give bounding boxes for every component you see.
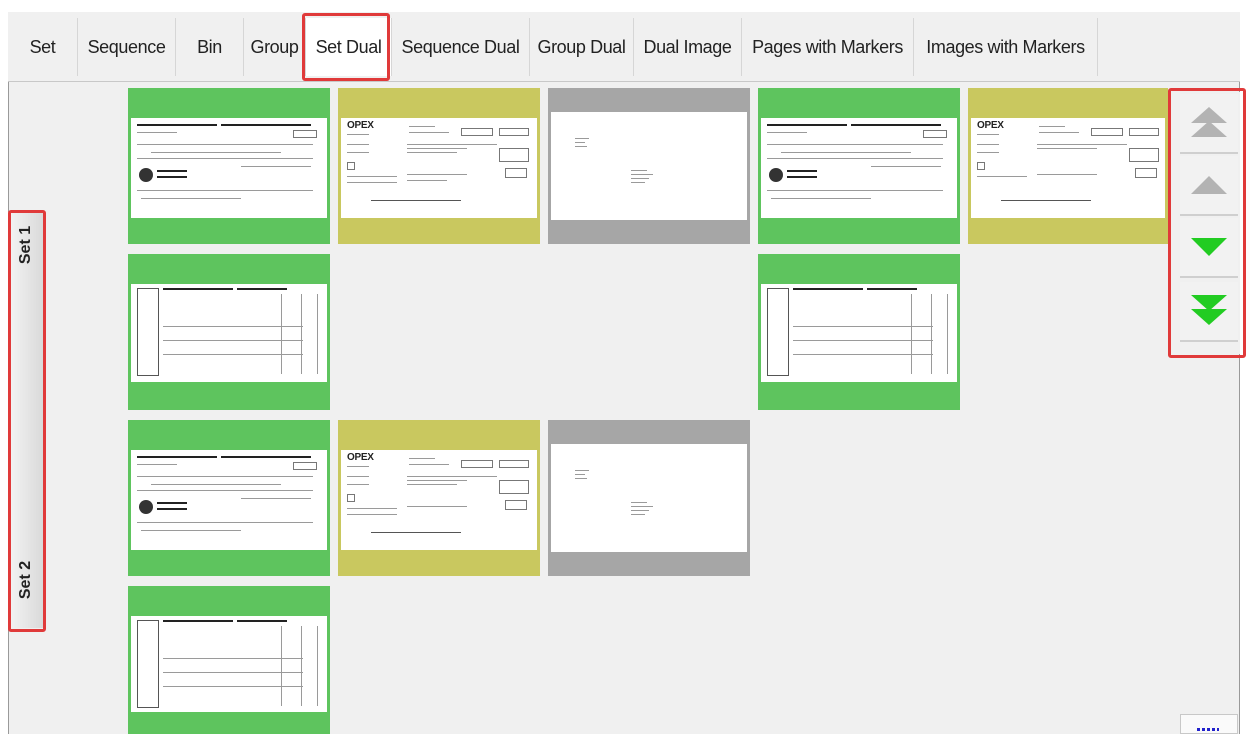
opex-logo-text: OPEX <box>347 452 374 463</box>
tab-bin[interactable]: Bin <box>176 18 244 76</box>
more-button[interactable] <box>1180 714 1238 734</box>
scroll-bottom-button[interactable] <box>1180 282 1238 342</box>
thumbnail-check-front[interactable] <box>128 88 330 244</box>
more-icon <box>1197 728 1219 731</box>
thumbnail-check-back[interactable] <box>128 586 330 734</box>
tab-group-dual[interactable]: Group Dual <box>530 18 634 76</box>
thumbnail-check-back[interactable] <box>128 254 330 410</box>
tab-sequence-dual[interactable]: Sequence Dual <box>392 18 530 76</box>
double-chevron-down-icon <box>1191 295 1227 325</box>
tab-sequence[interactable]: Sequence <box>78 18 176 76</box>
scroll-down-button[interactable] <box>1180 218 1238 278</box>
tab-dual-image[interactable]: Dual Image <box>634 18 742 76</box>
scroll-up-button[interactable] <box>1180 156 1238 216</box>
tab-group[interactable]: Group <box>244 18 306 76</box>
thumbnail-check-back[interactable] <box>758 254 960 410</box>
tab-set[interactable]: Set <box>8 18 78 76</box>
thumbnail-check-front[interactable] <box>128 420 330 576</box>
tab-pages-with-markers[interactable]: Pages with Markers <box>742 18 914 76</box>
thumbnail-opex-form[interactable]: OPEX <box>338 420 540 576</box>
chevron-up-icon <box>1191 176 1227 194</box>
view-tab-bar: Set Sequence Bin Group Set Dual Sequence… <box>8 12 1240 82</box>
scroll-nav-panel <box>1176 92 1240 354</box>
opex-logo-text: OPEX <box>977 120 1004 131</box>
thumbnail-opex-form[interactable]: OPEX <box>968 88 1168 244</box>
tab-set-dual[interactable]: Set Dual <box>306 18 392 76</box>
thumbnail-envelope[interactable] <box>548 88 750 244</box>
chevron-down-icon <box>1191 238 1227 256</box>
double-chevron-up-icon <box>1191 107 1227 137</box>
opex-logo-text: OPEX <box>347 120 374 131</box>
thumbnail-envelope[interactable] <box>548 420 750 576</box>
tab-images-with-markers[interactable]: Images with Markers <box>914 18 1098 76</box>
scroll-top-button[interactable] <box>1180 94 1238 154</box>
thumbnail-opex-form[interactable]: OPEX <box>338 88 540 244</box>
set-tab-1[interactable]: Set 1 <box>17 226 35 264</box>
thumbnail-check-front[interactable] <box>758 88 960 244</box>
set-tab-2[interactable]: Set 2 <box>17 561 35 599</box>
